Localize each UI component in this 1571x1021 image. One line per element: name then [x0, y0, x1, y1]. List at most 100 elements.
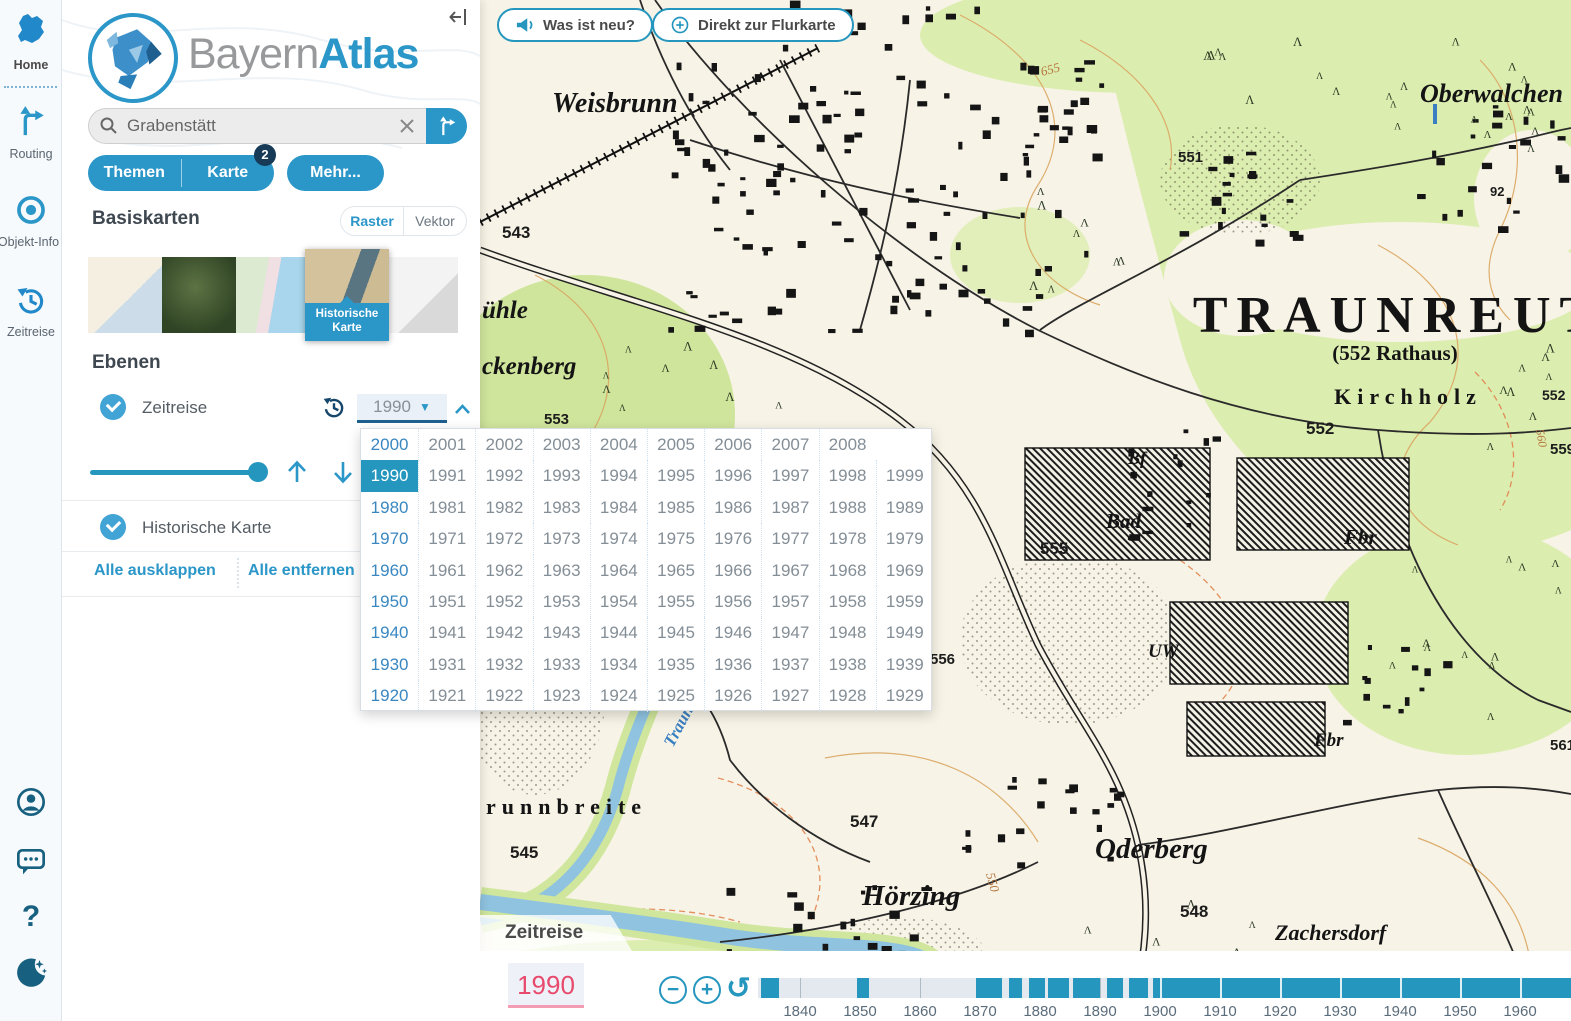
year-option[interactable]: 1939: [876, 649, 933, 680]
year-option[interactable]: 1961: [418, 555, 475, 586]
timeline-coverage-segment[interactable]: [1107, 978, 1123, 998]
zeitreise-checkbox[interactable]: [100, 394, 126, 420]
timeline-coverage-segment[interactable]: [1129, 978, 1148, 998]
year-option[interactable]: 1976: [704, 523, 761, 554]
bayernatlas-logo[interactable]: [88, 13, 178, 103]
year-option[interactable]: 1973: [533, 523, 590, 554]
year-option[interactable]: 1937: [761, 649, 818, 680]
year-option[interactable]: 1960: [361, 555, 418, 586]
timeline-zoom-out-button[interactable]: −: [659, 976, 687, 1004]
year-option[interactable]: 1962: [475, 555, 532, 586]
year-option[interactable]: 1946: [704, 617, 761, 648]
year-option[interactable]: 1947: [761, 617, 818, 648]
year-option[interactable]: 1972: [475, 523, 532, 554]
account-button[interactable]: [0, 786, 62, 823]
basemap-thumb-historic-selected[interactable]: HistorischeKarte: [305, 249, 389, 341]
year-option[interactable]: 1974: [590, 523, 647, 554]
year-option[interactable]: 1927: [761, 680, 818, 711]
year-option[interactable]: 1991: [418, 460, 475, 491]
year-option[interactable]: 1990: [361, 460, 418, 491]
timeline-coverage-segment[interactable]: [1073, 978, 1100, 998]
year-option[interactable]: 1965: [647, 555, 704, 586]
timeline-coverage-segment[interactable]: [1153, 978, 1571, 998]
year-option[interactable]: 2003: [533, 429, 590, 460]
help-button[interactable]: ?: [0, 900, 62, 934]
expand-all-link[interactable]: Alle ausklappen: [94, 562, 216, 580]
year-option[interactable]: 1981: [418, 492, 475, 523]
year-option[interactable]: 1933: [533, 649, 590, 680]
year-option[interactable]: 1979: [876, 523, 933, 554]
year-option[interactable]: 1982: [475, 492, 532, 523]
year-option[interactable]: 1975: [647, 523, 704, 554]
year-option[interactable]: 1951: [418, 586, 475, 617]
clear-search-icon[interactable]: [397, 116, 417, 136]
year-option[interactable]: 1932: [475, 649, 532, 680]
year-option[interactable]: 1953: [533, 586, 590, 617]
whats-new-button[interactable]: Was ist neu?: [497, 8, 653, 42]
historische-karte-checkbox[interactable]: [100, 514, 126, 540]
year-option[interactable]: 2000: [361, 429, 418, 460]
raster-vektor-toggle[interactable]: Raster Vektor: [340, 206, 467, 236]
year-option[interactable]: 1963: [533, 555, 590, 586]
year-option[interactable]: 2006: [704, 429, 761, 460]
year-option[interactable]: 1948: [819, 617, 876, 648]
year-option[interactable]: 1945: [647, 617, 704, 648]
year-option[interactable]: 1950: [361, 586, 418, 617]
year-option[interactable]: 1959: [876, 586, 933, 617]
year-option[interactable]: 2007: [761, 429, 818, 460]
year-option[interactable]: 1935: [647, 649, 704, 680]
timeline-zoom-in-button[interactable]: +: [693, 976, 721, 1004]
tab-mehr[interactable]: Mehr...: [287, 155, 384, 191]
year-option[interactable]: 1938: [819, 649, 876, 680]
move-layer-down-button[interactable]: [330, 458, 356, 491]
search-input[interactable]: [88, 108, 426, 144]
toggle-vektor[interactable]: Vektor: [403, 207, 466, 235]
year-option[interactable]: 2002: [475, 429, 532, 460]
year-option[interactable]: 1934: [590, 649, 647, 680]
year-option[interactable]: 1983: [533, 492, 590, 523]
flurkarte-button[interactable]: Direkt zur Flurkarte: [652, 8, 854, 42]
year-select[interactable]: 1990▼: [357, 394, 447, 423]
basemap-thumb-standard[interactable]: [88, 257, 162, 333]
year-option[interactable]: 2008: [819, 429, 876, 460]
year-option[interactable]: 1984: [590, 492, 647, 523]
year-option[interactable]: 1956: [704, 586, 761, 617]
basemap-thumb-gray[interactable]: [384, 257, 458, 333]
year-option[interactable]: 1955: [647, 586, 704, 617]
year-option[interactable]: 1964: [590, 555, 647, 586]
year-option[interactable]: 1952: [475, 586, 532, 617]
year-option[interactable]: 1958: [819, 586, 876, 617]
year-option[interactable]: 2005: [647, 429, 704, 460]
timeline-reset-button[interactable]: ↺: [726, 971, 751, 1006]
year-option[interactable]: 1931: [418, 649, 475, 680]
sidebar-item-objektinfo[interactable]: Objekt-Info: [0, 193, 62, 249]
year-option[interactable]: 1967: [761, 555, 818, 586]
year-option[interactable]: 1970: [361, 523, 418, 554]
year-option[interactable]: 1924: [590, 680, 647, 711]
basemap-thumb-topo[interactable]: [236, 257, 310, 333]
slider-thumb[interactable]: [248, 462, 268, 482]
collapse-panel-button[interactable]: [448, 6, 472, 30]
year-option[interactable]: 1998: [819, 460, 876, 491]
year-option[interactable]: 1949: [876, 617, 933, 648]
dark-mode-button[interactable]: [0, 955, 62, 994]
year-option[interactable]: 1968: [819, 555, 876, 586]
year-option[interactable]: 1936: [704, 649, 761, 680]
year-option[interactable]: 1923: [533, 680, 590, 711]
year-option[interactable]: 1985: [647, 492, 704, 523]
year-option[interactable]: 1995: [647, 460, 704, 491]
search-routing-button[interactable]: [426, 108, 467, 144]
toggle-raster[interactable]: Raster: [341, 207, 403, 235]
year-option[interactable]: 1944: [590, 617, 647, 648]
feedback-button[interactable]: [0, 846, 62, 881]
year-option[interactable]: 1988: [819, 492, 876, 523]
year-option[interactable]: 1957: [761, 586, 818, 617]
timeline-coverage-segment[interactable]: [1029, 978, 1045, 998]
tab-themen[interactable]: Themen: [88, 155, 181, 191]
year-option[interactable]: 1929: [876, 680, 933, 711]
year-option[interactable]: 1928: [819, 680, 876, 711]
sidebar-item-home[interactable]: Home: [0, 12, 62, 72]
year-option[interactable]: 1996: [704, 460, 761, 491]
year-option[interactable]: 1980: [361, 492, 418, 523]
year-option[interactable]: 1925: [647, 680, 704, 711]
